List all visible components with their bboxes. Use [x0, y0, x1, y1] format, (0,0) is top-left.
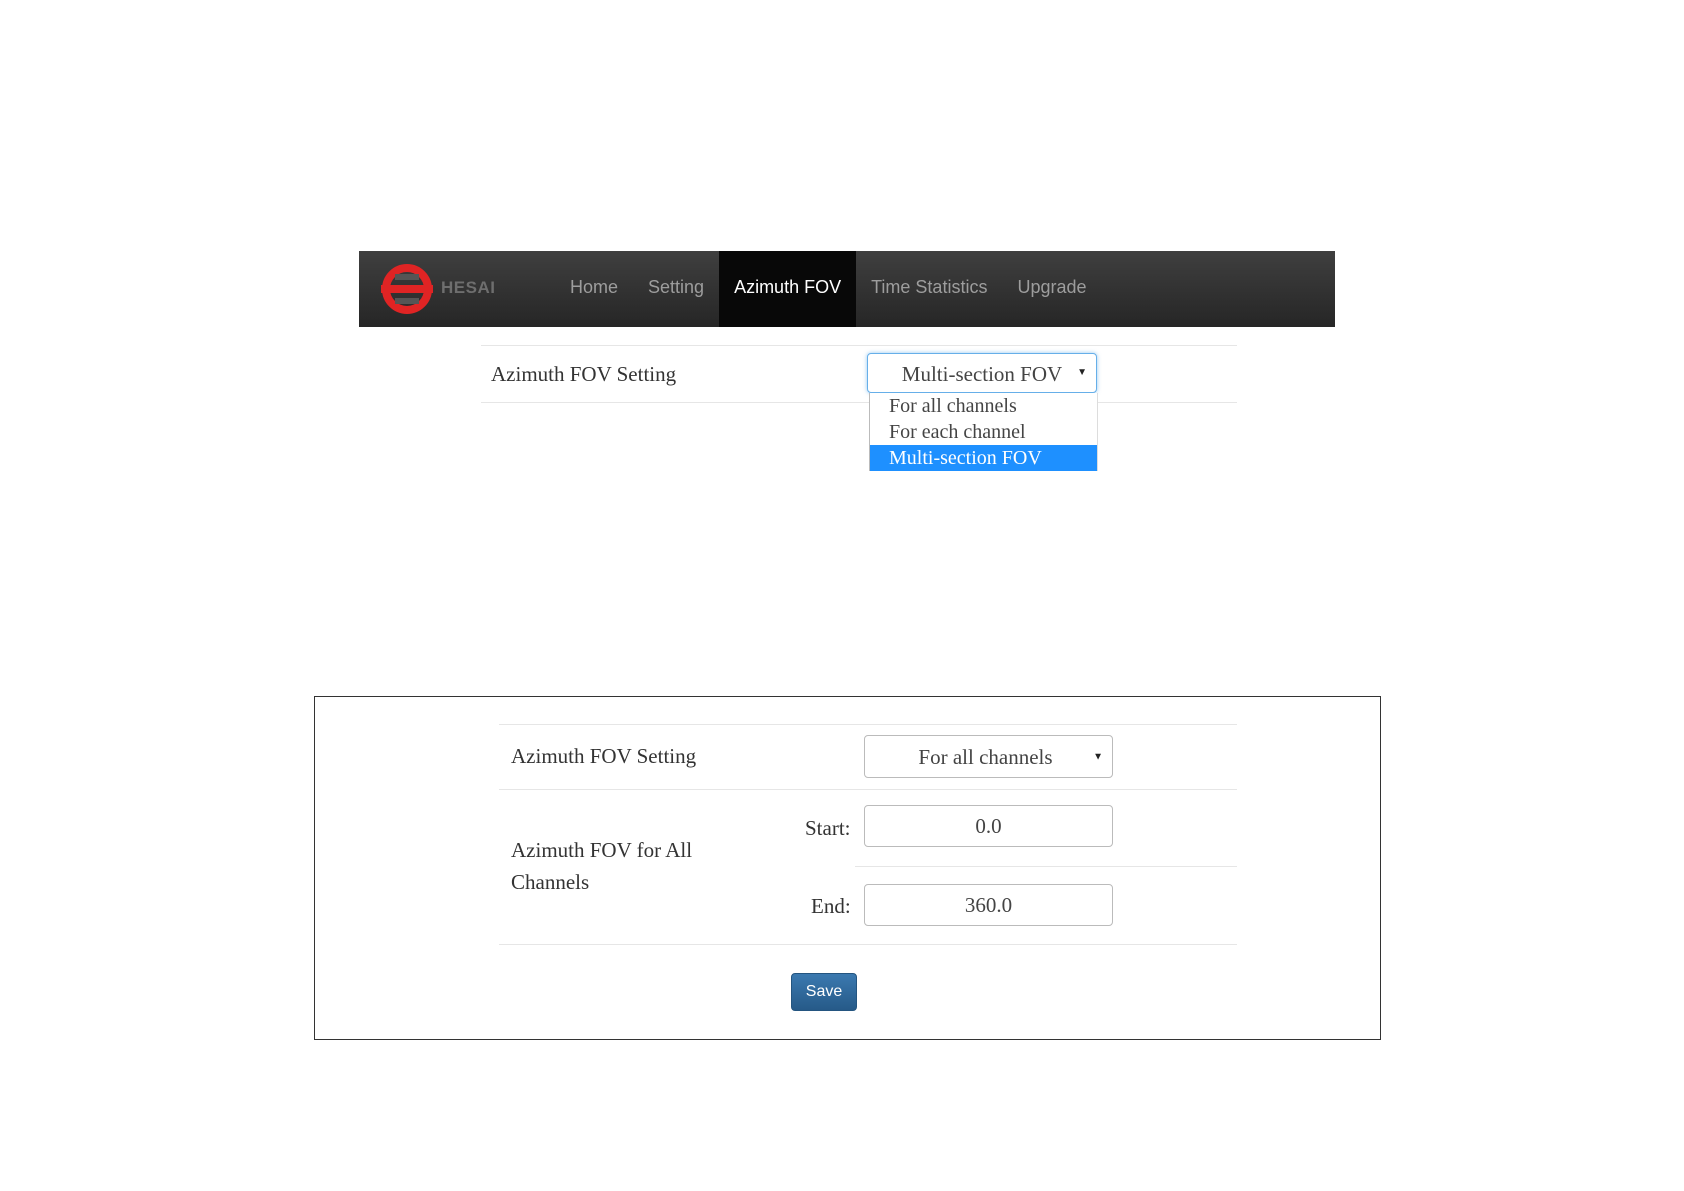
fov-mode-dropdown: For all channels For each channel Multi-…: [869, 393, 1098, 471]
fov-setting-label: Azimuth FOV Setting: [491, 362, 677, 386]
nav-azimuth-fov[interactable]: Azimuth FOV: [719, 251, 857, 327]
brand-name: HESAI: [441, 278, 496, 297]
nav-upgrade[interactable]: Upgrade: [1002, 251, 1101, 327]
fov-setting-row: Azimuth FOV Setting: [481, 345, 1237, 403]
chevron-down-icon: ▼: [1093, 751, 1103, 762]
start-label: Start:: [805, 816, 851, 840]
save-button[interactable]: Save: [791, 973, 857, 1011]
fov-mode-select[interactable]: Multi-section FOV ▼: [867, 353, 1097, 393]
fov-mode-select-2[interactable]: For all channels ▼: [864, 735, 1113, 778]
nav-setting[interactable]: Setting: [633, 251, 719, 327]
dropdown-option-each-channel[interactable]: For each channel: [870, 419, 1097, 445]
dropdown-option-all-channels[interactable]: For all channels: [870, 393, 1097, 419]
end-input[interactable]: [864, 884, 1113, 926]
nav-menu: Home Setting Azimuth FOV Time Statistics…: [555, 251, 1102, 327]
navbar: HESAI Home Setting Azimuth FOV Time Stat…: [359, 251, 1335, 327]
fov-all-channels-label: Azimuth FOV for All Channels: [511, 838, 693, 894]
chevron-down-icon: ▼: [1077, 367, 1087, 378]
end-label: End:: [811, 894, 851, 918]
dropdown-option-multi-section[interactable]: Multi-section FOV: [870, 445, 1097, 471]
fov-mode-select-value-2: For all channels: [918, 745, 1053, 769]
start-input[interactable]: [864, 805, 1113, 847]
divider: [855, 866, 1237, 867]
hesai-logo-icon: [381, 264, 433, 314]
fov-setting-label-2: Azimuth FOV Setting: [511, 744, 697, 768]
fov-mode-select-value: Multi-section FOV: [901, 362, 1063, 386]
nav-home[interactable]: Home: [555, 251, 633, 327]
nav-time-statistics[interactable]: Time Statistics: [856, 251, 1002, 327]
hesai-logo[interactable]: HESAI: [377, 262, 517, 316]
